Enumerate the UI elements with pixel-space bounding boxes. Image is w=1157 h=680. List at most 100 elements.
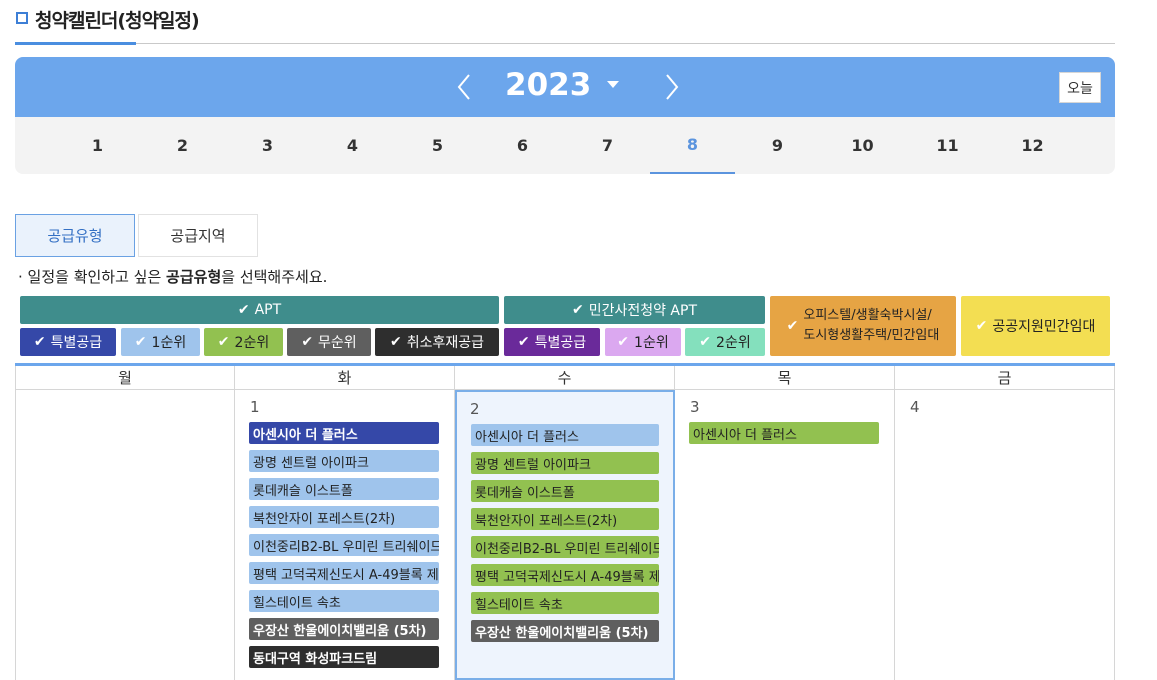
month-12[interactable]: 12	[990, 117, 1075, 174]
filter-apt[interactable]: ✔ APT	[20, 296, 499, 324]
calendar-grid: 월 화 수 목 금 1 아센시아 더 플러스광명 센트럴 아이파크롯데캐슬 이스…	[15, 363, 1115, 680]
calendar-event[interactable]: 광명 센트럴 아이파크	[471, 452, 659, 474]
check-icon: ✔	[217, 334, 230, 350]
year-header: 2023 오늘	[15, 57, 1115, 117]
day-number: 4	[910, 398, 920, 416]
filter-officetel[interactable]: ✔ 오피스텔/생활숙박시설/도시형생활주택/민간임대	[770, 296, 956, 356]
filter-public-rental-label: 공공지원민간임대	[992, 319, 1096, 335]
month-1[interactable]: 1	[55, 117, 140, 174]
weekday-tue: 화	[235, 366, 455, 390]
filter-special[interactable]: ✔ 특별공급	[20, 328, 116, 356]
calendar-event[interactable]: 아센시아 더 플러스	[689, 422, 879, 444]
calendar-event[interactable]: 이천중리B2-BL 우미린 트리쉐이드	[249, 534, 439, 556]
check-icon: ✔	[699, 334, 712, 350]
calendar-event[interactable]: 힐스테이트 속초	[249, 590, 439, 612]
chevron-left-icon	[457, 74, 470, 100]
month-6[interactable]: 6	[480, 117, 565, 174]
tab-supply-region[interactable]: 공급지역	[138, 214, 258, 257]
check-icon: ✔	[33, 334, 46, 350]
filter-rank1-label: 1순위	[151, 335, 187, 351]
filter-special-label: 특별공급	[50, 335, 103, 351]
weekday-wed: 수	[455, 366, 675, 390]
today-button[interactable]: 오늘	[1059, 72, 1101, 103]
filter-pre-rank2-label: 2순위	[716, 335, 751, 351]
weekday-thu: 목	[675, 366, 895, 390]
filter-pre-rank1[interactable]: ✔ 1순위	[605, 328, 681, 356]
day-number: 2	[470, 400, 480, 418]
weekday-fri: 금	[895, 366, 1115, 390]
calendar-event[interactable]: 아센시아 더 플러스	[249, 422, 439, 444]
filter-pre-special[interactable]: ✔ 특별공급	[504, 328, 600, 356]
calendar-event[interactable]: 힐스테이트 속초	[471, 592, 659, 614]
check-icon: ✔	[389, 334, 402, 350]
filter-pre-rank1-label: 1순위	[634, 335, 669, 351]
check-icon: ✔	[786, 318, 799, 334]
check-icon: ✔	[975, 318, 988, 334]
calendar-event[interactable]: 동대구역 화성파크드림	[249, 646, 439, 668]
month-4[interactable]: 4	[310, 117, 395, 174]
filter-pre-special-label: 특별공급	[534, 335, 587, 351]
filter-pre-rank2[interactable]: ✔ 2순위	[685, 328, 765, 356]
filter-rank2-label: 2순위	[234, 335, 270, 351]
filter-no-rank-label: 무순위	[318, 335, 357, 351]
tab-supply-type[interactable]: 공급유형	[15, 214, 135, 257]
check-icon: ✔	[517, 334, 530, 350]
day-cell-fri[interactable]: 4	[895, 390, 1115, 680]
day-cell-mon[interactable]	[15, 390, 235, 680]
guide-bold: 공급유형	[166, 268, 222, 286]
filter-apt-label: APT	[254, 302, 282, 318]
check-icon: ✔	[301, 334, 314, 350]
prev-year-button[interactable]	[451, 72, 481, 102]
filter-no-rank[interactable]: ✔ 무순위	[287, 328, 371, 356]
calendar-event[interactable]: 북천안자이 포레스트(2차)	[471, 508, 659, 530]
day-number: 1	[250, 398, 260, 416]
month-5[interactable]: 5	[395, 117, 480, 174]
month-8[interactable]: 8	[650, 117, 735, 174]
check-icon: ✔	[571, 302, 584, 318]
filter-public-rental[interactable]: ✔ 공공지원민간임대	[961, 296, 1110, 356]
day-cell-thu[interactable]: 3 아센시아 더 플러스	[675, 390, 895, 680]
month-3[interactable]: 3	[225, 117, 310, 174]
calendar-event[interactable]: 우장산 한울에이치밸리움 (5차)	[249, 618, 439, 640]
month-9[interactable]: 9	[735, 117, 820, 174]
officetel-line2: 도시형생활주택/민간임대	[803, 328, 940, 343]
day-cell-wed[interactable]: 2 아센시아 더 플러스광명 센트럴 아이파크롯데캐슬 이스트폴북천안자이 포레…	[455, 390, 675, 680]
weekday-mon: 월	[15, 366, 235, 390]
calendar-event[interactable]: 롯데캐슬 이스트폴	[471, 480, 659, 502]
calendar-event[interactable]: 우장산 한울에이치밸리움 (5차)	[471, 620, 659, 642]
page-header: 청약캘린더(청약일정)	[15, 0, 1115, 45]
filter-pre-apt[interactable]: ✔ 민간사전청약 APT	[504, 296, 765, 324]
square-icon	[16, 12, 28, 24]
day-cell-tue[interactable]: 1 아센시아 더 플러스광명 센트럴 아이파크롯데캐슬 이스트폴북천안자이 포레…	[235, 390, 455, 680]
check-icon: ✔	[617, 334, 630, 350]
filter-cancel-label: 취소후재공급	[406, 335, 484, 351]
month-selector: 1 2 3 4 5 6 7 8 9 10 11 12	[15, 117, 1115, 174]
filter-rank2[interactable]: ✔ 2순위	[204, 328, 283, 356]
calendar-event[interactable]: 평택 고덕국제신도시 A-49블록 제일풍경채	[249, 562, 439, 584]
month-2[interactable]: 2	[140, 117, 225, 174]
guide-suffix: 을 선택해주세요.	[221, 268, 328, 286]
check-icon: ✔	[237, 302, 250, 318]
calendar-event[interactable]: 롯데캐슬 이스트폴	[249, 478, 439, 500]
filter-cancel[interactable]: ✔ 취소후재공급	[375, 328, 499, 356]
officetel-line1: 오피스텔/생활숙박시설/	[803, 308, 932, 323]
month-7[interactable]: 7	[565, 117, 650, 174]
guide-text: · 일정을 확인하고 싶은 공급유형을 선택해주세요.	[18, 266, 327, 287]
guide-prefix: · 일정을 확인하고 싶은	[18, 268, 167, 286]
calendar-event[interactable]: 아센시아 더 플러스	[471, 424, 659, 446]
calendar-event[interactable]: 평택 고덕국제신도시 A-49블록 제일풍경채	[471, 564, 659, 586]
year-dropdown-caret-icon[interactable]	[607, 81, 619, 88]
calendar-event[interactable]: 광명 센트럴 아이파크	[249, 450, 439, 472]
calendar-event[interactable]: 북천안자이 포레스트(2차)	[249, 506, 439, 528]
page-title: 청약캘린더(청약일정)	[35, 10, 200, 32]
day-number: 3	[690, 398, 700, 416]
month-10[interactable]: 10	[820, 117, 905, 174]
filter-officetel-label: 오피스텔/생활숙박시설/도시형생활주택/민간임대	[803, 306, 939, 346]
next-year-button[interactable]	[655, 72, 685, 102]
calendar-event[interactable]: 이천중리B2-BL 우미린 트리쉐이드	[471, 536, 659, 558]
month-11[interactable]: 11	[905, 117, 990, 174]
title-underline	[15, 42, 136, 45]
filter-pre-apt-label: 민간사전청약 APT	[588, 303, 698, 319]
filter-rank1[interactable]: ✔ 1순위	[121, 328, 200, 356]
check-icon: ✔	[134, 334, 147, 350]
